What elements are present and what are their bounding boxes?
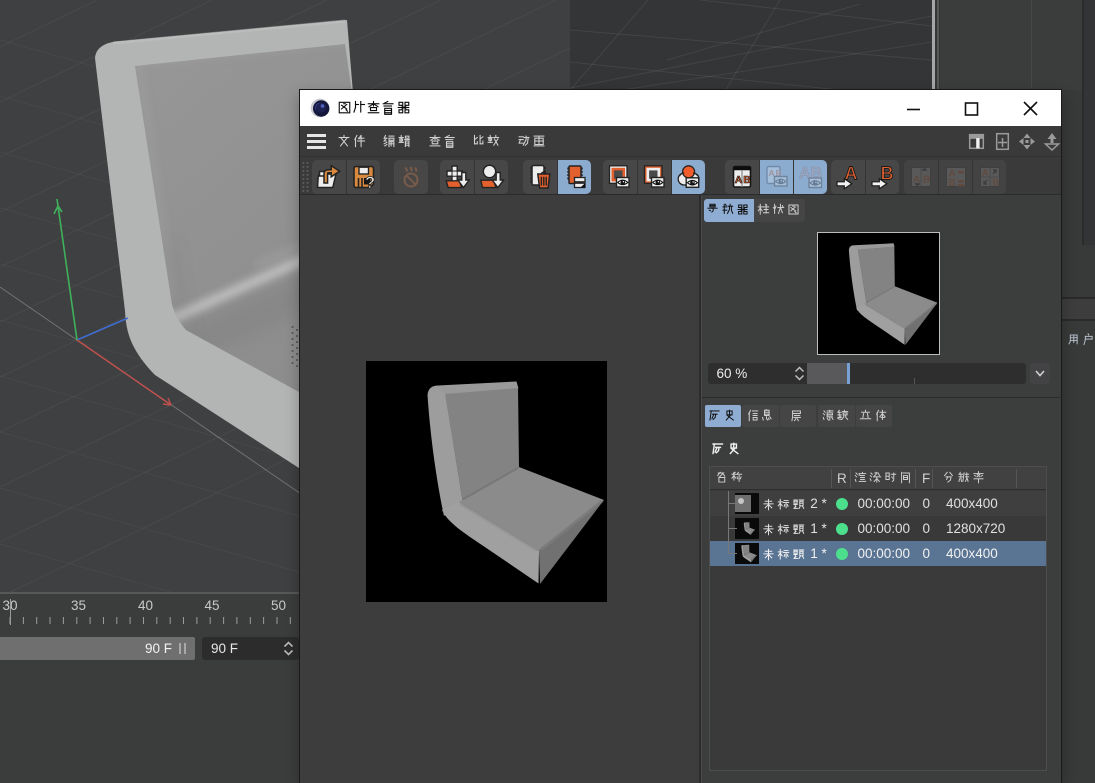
- svg-text:?: ?: [365, 174, 375, 191]
- svg-text:A: A: [982, 168, 989, 178]
- svg-text:B: B: [993, 178, 1000, 188]
- svg-text:B: B: [949, 178, 956, 189]
- svg-text:B: B: [923, 175, 930, 186]
- svg-text:B: B: [743, 174, 751, 186]
- svg-text:A: A: [768, 168, 774, 178]
- svg-text:A: A: [734, 174, 742, 186]
